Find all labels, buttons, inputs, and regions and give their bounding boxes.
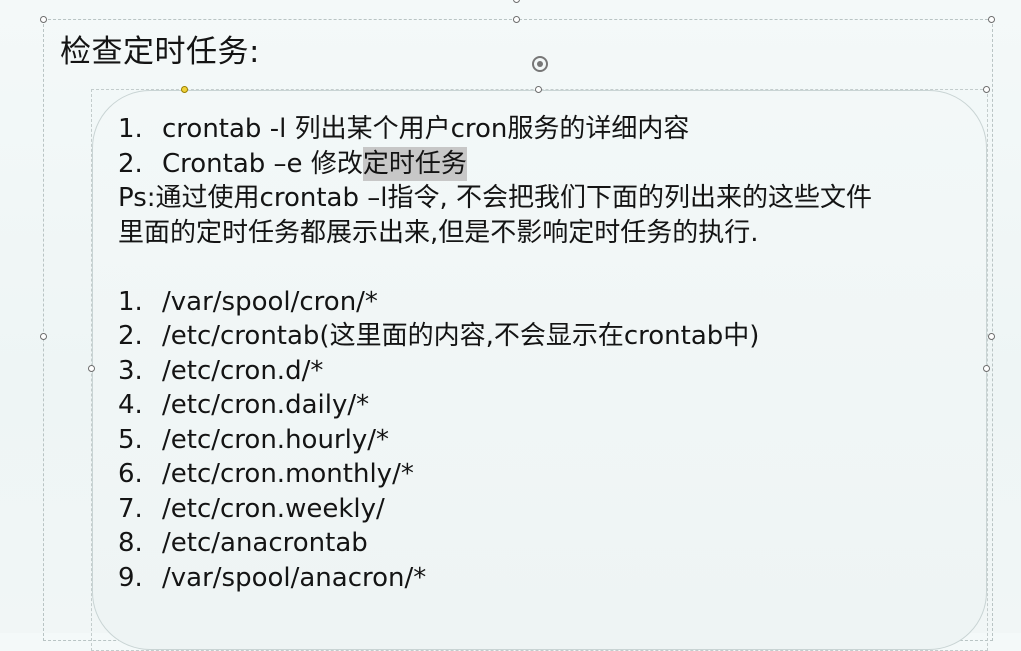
outer-handle-top-center[interactable] (513, 16, 520, 23)
shape-adjust-handle[interactable] (181, 86, 188, 93)
path-list-item: 2. /etc/crontab(这里面的内容,不会显示在crontab中) (118, 321, 760, 351)
outer-handle-right-middle[interactable] (988, 333, 995, 340)
outer-handle-top-left[interactable] (40, 16, 47, 23)
inner-handle-top-right[interactable] (983, 86, 990, 93)
path-list-item: 1. /var/spool/cron/* (118, 286, 378, 317)
path-list-item: 8. /etc/anacrontab (118, 528, 368, 558)
path-list-item: 5. /etc/cron.hourly/* (118, 424, 389, 455)
outer-handle-top-right[interactable] (988, 16, 995, 23)
outer-handle-top-edge[interactable] (513, 0, 520, 3)
inner-handle-left-middle[interactable] (88, 365, 95, 372)
outer-handle-left-middle[interactable] (40, 333, 47, 340)
path-list-item: 3. /etc/cron.d/* (118, 355, 324, 386)
ps-note-line-2: 里面的定时任务都展示出来,但是不影响定时任务的执行. (118, 217, 759, 248)
list-item: 1. crontab -l 列出某个用户cron服务的详细内容 (118, 114, 690, 144)
inner-handle-right-middle[interactable] (983, 365, 990, 372)
slide-title[interactable]: 检查定时任务: (60, 32, 260, 72)
rotate-handle-icon[interactable] (532, 56, 548, 72)
inner-handle-top-center[interactable] (535, 86, 542, 93)
ps-note-line-1: Ps:通过使用crontab –l指令, 不会把我们下面的列出来的这些文件 (118, 183, 872, 213)
path-list-item: 6. /etc/cron.monthly/* (118, 459, 414, 489)
path-list-item: 4. /etc/cron.daily/* (118, 390, 370, 420)
path-list-item: 9. /var/spool/anacron/* (118, 562, 427, 593)
textbox-content: 1. crontab -l 列出某个用户cron服务的详细内容 2. Cront… (118, 112, 978, 595)
list-item: 2. Crontab –e 修改 定时任务 (118, 146, 978, 181)
path-list-item: 7. /etc/cron.weekly/ (118, 493, 385, 524)
highlighted-text: 定时任务 (362, 146, 467, 181)
